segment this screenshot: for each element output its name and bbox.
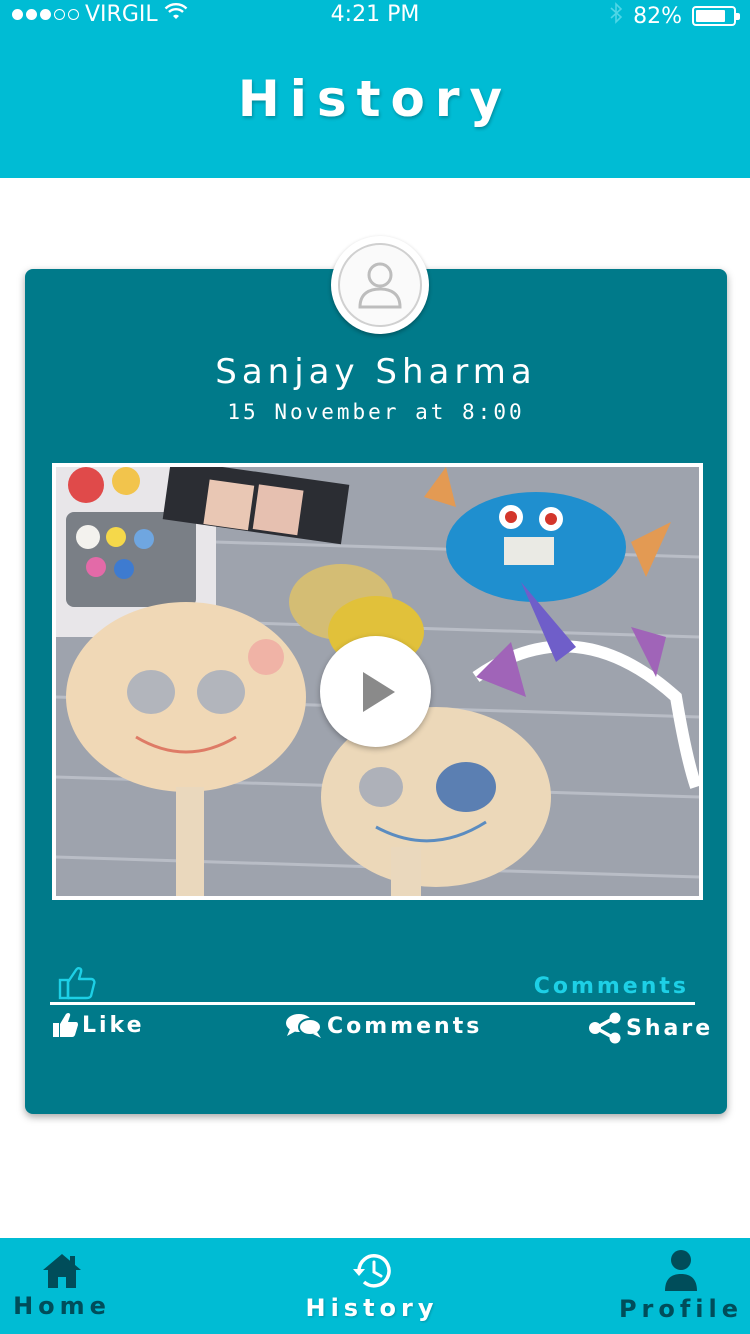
play-button[interactable] bbox=[320, 636, 431, 747]
comments-button[interactable]: Comments bbox=[285, 1012, 482, 1040]
bottom-nav: Home History Profile bbox=[0, 1238, 750, 1334]
comments-link[interactable]: Comments bbox=[534, 974, 689, 999]
comments-label: Comments bbox=[327, 1013, 483, 1039]
nav-profile-label: Profile bbox=[618, 1295, 744, 1323]
status-bar: VIRGIL 4:21 PM 82% bbox=[0, 0, 750, 40]
battery-icon bbox=[692, 6, 740, 26]
like-button[interactable]: Like bbox=[52, 1012, 145, 1038]
nav-history-label: History bbox=[305, 1294, 439, 1322]
comments-icon bbox=[286, 1014, 322, 1038]
thumbs-up-icon bbox=[53, 1012, 78, 1037]
nav-home-label: Home bbox=[13, 1292, 111, 1320]
share-icon bbox=[589, 1012, 621, 1044]
page-title: History bbox=[237, 70, 513, 128]
thumbs-up-outline-icon bbox=[58, 967, 96, 1000]
bluetooth-icon bbox=[609, 2, 623, 30]
author-name: Sanjay Sharma bbox=[215, 352, 537, 392]
share-label: Share bbox=[626, 1015, 714, 1041]
battery-percentage: 82% bbox=[633, 3, 682, 29]
home-icon bbox=[43, 1254, 81, 1288]
profile-icon bbox=[665, 1250, 697, 1291]
share-button[interactable]: Share bbox=[588, 1012, 713, 1044]
divider bbox=[50, 1002, 695, 1005]
post-date: 15 November at 8:00 bbox=[227, 400, 525, 424]
user-icon bbox=[358, 262, 402, 309]
history-icon bbox=[353, 1254, 391, 1288]
nav-history[interactable]: History bbox=[305, 1238, 434, 1334]
like-label: Like bbox=[82, 1012, 145, 1038]
play-icon bbox=[362, 671, 395, 712]
nav-home[interactable]: Home bbox=[13, 1238, 106, 1334]
avatar[interactable] bbox=[331, 236, 429, 334]
like-count-icon[interactable] bbox=[58, 966, 96, 1004]
status-right: 82% bbox=[609, 2, 740, 30]
nav-profile[interactable]: Profile bbox=[619, 1238, 738, 1334]
